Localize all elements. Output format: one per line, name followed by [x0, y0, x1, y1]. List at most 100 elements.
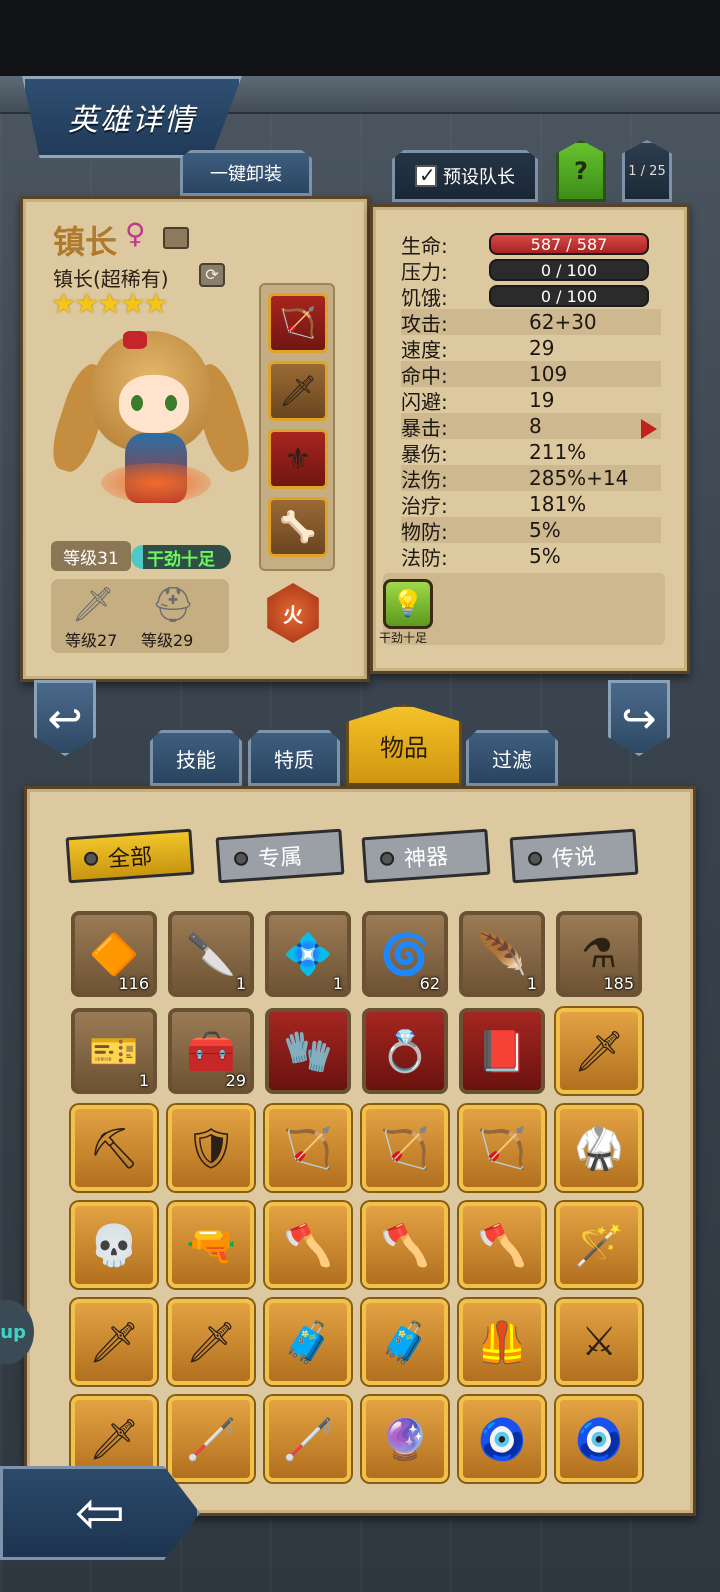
female-icon: ♀ [125, 217, 146, 250]
item-ring-icon[interactable]: 💍 [362, 1008, 448, 1094]
more-stats-arrow-icon[interactable] [641, 419, 657, 439]
stat-phys-def: 物防: 5% [401, 517, 661, 544]
stat-stress: 压力: 0 / 100 [401, 257, 661, 284]
item-gauntlet-icon[interactable]: 🧤 [265, 1008, 351, 1094]
trait-lightbulb-icon[interactable]: 💡 [383, 579, 433, 629]
item-medkit-icon[interactable]: 🧳 [362, 1299, 448, 1385]
tab-filter[interactable]: 过滤 [466, 730, 558, 786]
hero-card: 镇长 ♀ 镇长(超稀有) ⟳ ★★★★★ 🏹 🗡 ⚜ 🦴 等级31 干劲十足 🗡… [20, 196, 370, 682]
item-staff-icon[interactable]: 🦯 [265, 1396, 351, 1482]
back-button[interactable]: ⇦ [0, 1466, 200, 1560]
item-winged-amulet-icon[interactable]: 🧿 [459, 1396, 545, 1482]
back-arrow-icon: ⇦ [74, 1478, 126, 1548]
armor-level: 等级29 [141, 631, 194, 650]
item-axe-icon[interactable]: 🪓 [362, 1202, 448, 1288]
stat-crit-damage: 暴伤: 211% [401, 440, 587, 466]
stat-attack: 攻击: 62+30 [401, 309, 661, 336]
stat-hp: 生命: 587 / 587 [401, 231, 661, 258]
hero-face [119, 375, 189, 433]
item-knife-icon[interactable]: 🔪 1 [168, 911, 254, 997]
item-teal-stone-icon[interactable]: 🌀 62 [362, 911, 448, 997]
item-armor-icon[interactable]: 🥋 [556, 1105, 642, 1191]
item-skull-cloak-icon[interactable]: 💀 [71, 1202, 157, 1288]
unequip-all-button[interactable]: 一键卸装 [180, 150, 312, 196]
stat-accuracy: 命中: 109 [401, 361, 661, 388]
filter-legendary[interactable]: 传说 [509, 828, 639, 884]
filter-all[interactable]: 全部 [65, 828, 195, 884]
item-greatsword-icon[interactable]: 🗡 [168, 1299, 254, 1385]
item-crossbow-icon[interactable]: 🏹 [265, 1105, 351, 1191]
item-sword-icon[interactable]: ⚔ [556, 1299, 642, 1385]
hero-eye-right [165, 395, 177, 411]
filter-dot-icon [83, 851, 99, 867]
hero-bow [123, 331, 147, 349]
slot-crossbow-icon[interactable]: 🏹 [268, 293, 328, 353]
stats-card: 生命: 587 / 587 压力: 0 / 100 饥饿: 0 / 100 攻击… [370, 204, 690, 674]
item-rune-gem-icon[interactable]: 🔶 116 [71, 911, 157, 997]
item-wand-icon[interactable]: 🪄 [556, 1202, 642, 1288]
armor-helmet-icon[interactable]: ⛑ [151, 583, 195, 627]
weapon-level: 等级27 [65, 631, 118, 650]
item-chest-icon[interactable]: 🧰 29 [168, 1008, 254, 1094]
trait-label: 干劲十足 [379, 631, 428, 645]
preset-leader-toggle[interactable]: 预设队长 [392, 150, 538, 202]
tab-traits[interactable]: 特质 [248, 730, 340, 786]
item-axe-icon[interactable]: 🪓 [459, 1202, 545, 1288]
stat-hunger: 饥饿: 0 / 100 [401, 283, 661, 310]
slot-sword-icon[interactable]: 🗡 [268, 361, 328, 421]
item-rifle-icon[interactable]: 🔫 [168, 1202, 254, 1288]
hero-level: 等级31 [51, 541, 131, 571]
page-title-plate: 英雄详情 [22, 76, 242, 158]
hunger-bar: 0 / 100 [489, 285, 649, 307]
item-winged-amulet-icon[interactable]: 🧿 [556, 1396, 642, 1482]
item-medkit-icon[interactable]: 🧳 [265, 1299, 351, 1385]
hero-mood: 干劲十足 [131, 545, 231, 570]
item-dark-crossbow-icon[interactable]: 🏹 [459, 1105, 545, 1191]
equipment-slots: 🏹 🗡 ⚜ 🦴 [259, 283, 335, 571]
stat-speed: 速度: 29 [401, 336, 555, 362]
item-pickaxe-icon[interactable]: ⛏ [71, 1105, 157, 1191]
stat-magic-damage: 法伤: 285%+14 [401, 465, 661, 492]
page-title: 英雄详情 [68, 103, 196, 138]
filter-artifact[interactable]: 神器 [361, 828, 491, 884]
hero-eye-left [131, 395, 143, 411]
stat-crit: 暴击: 8 [401, 413, 661, 440]
item-shield-icon[interactable]: 🛡 [168, 1105, 254, 1191]
edit-name-icon[interactable] [163, 227, 189, 249]
filter-dot-icon [527, 851, 543, 867]
filter-exclusive[interactable]: 专属 [215, 828, 345, 884]
status-bar [0, 0, 720, 76]
item-ticket-icon[interactable]: 🎫 1 [71, 1008, 157, 1094]
item-dark-armor-icon[interactable]: 🦺 [459, 1299, 545, 1385]
stat-magic-def: 法防: 5% [401, 544, 561, 570]
hero-name: 镇长 [53, 223, 118, 261]
stress-bar: 0 / 100 [489, 259, 649, 281]
weapon-sword-icon[interactable]: 🗡 [71, 583, 115, 627]
item-greatsword-icon[interactable]: 🗡 [71, 1299, 157, 1385]
item-dagger-icon[interactable]: 🗡 [556, 1008, 642, 1094]
slot-staff-icon[interactable]: 🦴 [268, 497, 328, 557]
gear-levels: 🗡 等级27 ⛑ 等级29 [51, 579, 229, 653]
item-potion-icon[interactable]: ⚗ 185 [556, 911, 642, 997]
fire-element-icon: 火 [267, 583, 319, 643]
item-tome-icon[interactable]: 📕 [459, 1008, 545, 1094]
star-rating: ★★★★★ [51, 287, 169, 320]
item-crossbow-icon[interactable]: 🏹 [362, 1105, 448, 1191]
item-staff-icon[interactable]: 🦯 [168, 1396, 254, 1482]
item-feather-icon[interactable]: 🪶 1 [459, 911, 545, 997]
item-crystal-pile-icon[interactable]: 💠 1 [265, 911, 351, 997]
filter-dot-icon [379, 851, 395, 867]
tab-skills[interactable]: 技能 [150, 730, 242, 786]
item-axe-icon[interactable]: 🪓 [265, 1202, 351, 1288]
checkbox-icon[interactable] [415, 163, 437, 187]
preset-leader-label: 预设队长 [443, 167, 515, 188]
swap-class-icon[interactable]: ⟳ [199, 263, 225, 287]
stat-dodge: 闪避: 19 [401, 388, 555, 414]
filter-dot-icon [233, 851, 249, 867]
item-purple-blade-icon[interactable]: 🔮 [362, 1396, 448, 1482]
hp-bar: 587 / 587 [489, 233, 649, 255]
hero-flame-effect [101, 463, 211, 503]
stat-healing: 治疗: 181% [401, 492, 587, 518]
slot-scepter-icon[interactable]: ⚜ [268, 429, 328, 489]
hero-portrait [44, 323, 258, 523]
